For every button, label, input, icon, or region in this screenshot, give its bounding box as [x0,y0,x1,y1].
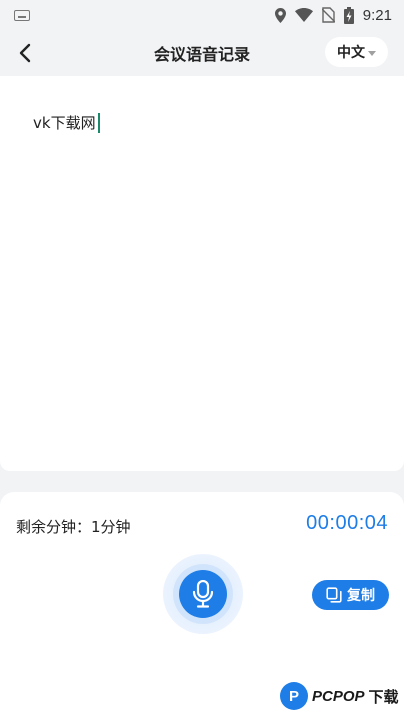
battery-charging-icon [343,6,354,24]
status-time: 9:21 [362,6,392,24]
status-left [14,9,30,21]
page-title: 会议语音记录 [153,45,250,64]
watermark-text: PCPOP [312,687,365,705]
keyboard-icon [14,9,30,21]
watermark-text-suffix: 下载 [368,687,399,706]
mic-halo [163,554,243,634]
caret-down-icon [368,50,376,56]
copy-icon [326,587,342,603]
watermark: P PCPOP 下载 [280,682,399,710]
back-button[interactable] [10,38,40,68]
status-right: 9:21 [274,6,392,24]
location-icon [274,7,286,23]
transcript-area[interactable]: vk下载网 [0,76,404,471]
language-label: 中文 [337,45,365,61]
chevron-left-icon [19,43,31,63]
remaining-minutes: 剩余分钟：1分钟 [16,518,131,536]
copy-button[interactable]: 复制 [312,580,389,610]
status-bar: 9:21 [0,0,404,30]
language-select[interactable]: 中文 [325,37,388,67]
no-sim-icon [321,7,335,23]
header: 会议语音记录 中文 [0,30,404,76]
watermark-logo: P [280,682,308,710]
wifi-icon [294,8,313,22]
copy-label: 复制 [347,588,375,604]
transcript-text-line: vk下载网 [33,112,100,133]
transcript-text: vk下载网 [33,114,96,132]
mic-button[interactable] [179,570,227,618]
microphone-icon [192,580,214,608]
recording-timer: 00:00:04 [306,512,388,534]
app-screen: 9:21 会议语音记录 中文 vk下载网 剩余分钟：1分钟 00:00:04 复… [0,0,404,720]
text-cursor [97,112,100,133]
